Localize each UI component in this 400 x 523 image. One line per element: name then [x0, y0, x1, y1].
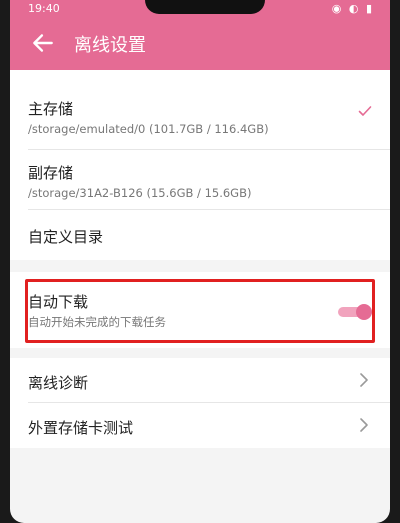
- custom-directory-label: 自定义目录: [28, 228, 104, 246]
- sd-card-test-label: 外置存储卡测试: [28, 419, 134, 437]
- storage-secondary-label: 副存储: [28, 164, 74, 182]
- storage-primary-path: /storage/emulated/0 (101.7GB / 116.4GB): [28, 122, 269, 136]
- offline-diagnostics-row[interactable]: 离线诊断: [10, 358, 390, 403]
- auto-download-section: 自动下载 自动开始未完成的下载任务: [10, 272, 390, 348]
- auto-download-description: 自动开始未完成的下载任务: [28, 315, 166, 329]
- auto-download-row[interactable]: 自动下载 自动开始未完成的下载任务: [10, 272, 390, 348]
- sd-card-test-row[interactable]: 外置存储卡测试: [10, 403, 390, 448]
- auto-download-label: 自动下载: [28, 293, 89, 311]
- status-time: 19:40: [28, 2, 60, 15]
- storage-secondary-row[interactable]: 副存储 /storage/31A2-B126 (15.6GB / 15.6GB): [10, 150, 390, 210]
- page-title: 离线设置: [74, 35, 146, 56]
- check-icon: [358, 106, 372, 116]
- custom-directory-row[interactable]: 自定义目录: [10, 210, 390, 260]
- phone-screen: 19:40 ◉ ◐ ▮ 离线设置 主存储 /storage/emulated/0…: [10, 0, 390, 523]
- storage-primary-row[interactable]: 主存储 /storage/emulated/0 (101.7GB / 116.4…: [10, 70, 390, 150]
- toggle-knob: [356, 304, 372, 320]
- camera-notch: [145, 0, 265, 14]
- tools-section: 离线诊断 外置存储卡测试: [10, 358, 390, 448]
- storage-primary-label: 主存储: [28, 100, 74, 118]
- auto-download-toggle[interactable]: [338, 304, 372, 320]
- arrow-left-icon[interactable]: [30, 30, 56, 56]
- status-bar: 19:40 ◉ ◐ ▮: [10, 0, 390, 18]
- storage-section: 主存储 /storage/emulated/0 (101.7GB / 116.4…: [10, 70, 390, 260]
- offline-diagnostics-label: 离线诊断: [28, 374, 89, 392]
- chevron-right-icon: [360, 418, 368, 432]
- status-system-icons: ◉ ◐ ▮: [331, 2, 374, 15]
- app-bar: 离线设置: [10, 18, 390, 70]
- storage-secondary-path: /storage/31A2-B126 (15.6GB / 15.6GB): [28, 186, 252, 200]
- chevron-right-icon: [360, 373, 368, 387]
